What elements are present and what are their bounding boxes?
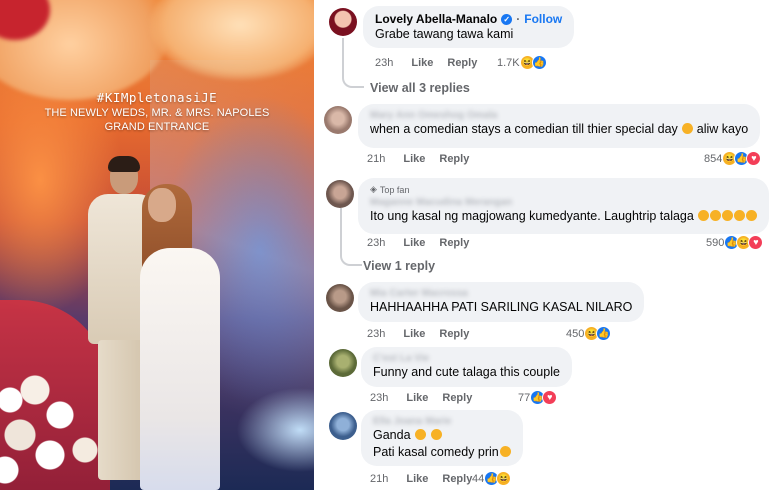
laughing-emoji-icon <box>415 429 427 440</box>
laughing-emoji-icon <box>734 210 746 221</box>
comment-bubble: C'est La Vie Funny and cute talaga this … <box>361 347 572 387</box>
comment-meta: 23h Like Reply <box>375 57 477 69</box>
love-reaction-icon: ♥ <box>746 151 762 166</box>
comment-bubble: ◈ Top fan Maganne Macudina Merangan Ito u… <box>358 178 770 234</box>
avatar[interactable] <box>326 180 354 208</box>
reaction-summary[interactable]: 77 👍 ♥ <box>518 390 558 405</box>
comment-bubble: Mia Carter Macrossa HAHHAAHHA PATI SARIL… <box>358 282 645 322</box>
comment-text-line2: Pati kasal comedy prin <box>373 445 499 459</box>
photo-caption-line1: THE NEWLY WEDS, MR. & MRS. NAPOLES <box>44 107 270 119</box>
avatar[interactable] <box>329 349 357 377</box>
laughing-emoji-icon <box>499 446 511 457</box>
like-reaction-icon: 👍 <box>531 55 547 70</box>
like-button[interactable]: Like <box>406 392 428 404</box>
reply-button[interactable]: Reply <box>439 153 469 165</box>
like-button[interactable]: Like <box>406 473 428 485</box>
photo-hashtag: #KIMpletonasiJE <box>96 90 218 105</box>
commenter-name[interactable]: Ella Joana Marie <box>373 416 511 427</box>
reaction-summary[interactable]: 590 👍 😆 ♥ <box>706 235 764 250</box>
love-reaction-icon: ♥ <box>748 235 764 250</box>
comment-bubble: Mary Ann Omeshog Omala when a comedian s… <box>358 104 761 148</box>
flower-arrangement <box>0 360 110 490</box>
like-button[interactable]: Like <box>403 153 425 165</box>
reaction-summary[interactable]: 44 👍 😆 <box>472 471 512 486</box>
comment-meta: 21h Like Reply <box>370 473 472 485</box>
reaction-count: 77 <box>518 391 531 404</box>
avatar[interactable] <box>326 284 354 312</box>
top-fan-icon: ◈ <box>370 184 377 194</box>
comment-time[interactable]: 23h <box>367 237 385 249</box>
comment-text: Grabe tawang tawa kami <box>375 27 514 41</box>
commenter-name[interactable]: Maganne Macudina Merangan <box>370 197 757 208</box>
top-fan-badge: Top fan <box>379 184 410 195</box>
reply-button[interactable]: Reply <box>439 328 469 340</box>
view-replies-link[interactable]: View 1 reply <box>363 259 435 273</box>
dot-separator: · <box>516 12 521 26</box>
comment-meta: 23h Like Reply <box>367 237 469 249</box>
wedding-photo: #KIMpletonasiJE THE NEWLY WEDS, MR. & MR… <box>0 0 314 490</box>
reaction-count: 450 <box>566 327 585 340</box>
reaction-count: 1.7K <box>497 56 520 69</box>
avatar[interactable] <box>324 106 352 134</box>
love-reaction-icon: ♥ <box>542 390 558 405</box>
reply-button[interactable]: Reply <box>439 237 469 249</box>
comment-text: when a comedian stays a comedian till th… <box>370 122 678 136</box>
laughing-emoji-icon <box>746 210 758 221</box>
comment-bubble: Ella Joana Marie Ganda Pati kasal comedy… <box>361 410 523 466</box>
like-button[interactable]: Like <box>403 237 425 249</box>
reply-button[interactable]: Reply <box>442 392 472 404</box>
comment-text: Ganda <box>373 428 411 442</box>
like-reaction-icon: 👍 <box>596 326 612 341</box>
haha-reaction-icon: 😆 <box>496 471 512 486</box>
thread-line <box>342 38 364 88</box>
comment-time[interactable]: 23h <box>367 328 385 340</box>
comment-text: Ito ung kasal ng magjowang kumedyante. L… <box>370 209 694 223</box>
comments-section: Lovely Abella-Manalo ✓ · Follow Grabe ta… <box>314 0 774 490</box>
like-button[interactable]: Like <box>411 57 433 69</box>
laughing-emoji-icon <box>682 123 694 134</box>
comment-time[interactable]: 21h <box>367 153 385 165</box>
comment-meta: 23h Like Reply <box>370 392 472 404</box>
photo-caption-line2: GRAND ENTRANCE <box>104 121 210 133</box>
view-replies-link[interactable]: View all 3 replies <box>370 81 470 95</box>
bride-figure <box>130 184 220 490</box>
laughing-emoji-icon <box>722 210 734 221</box>
comment-meta: 23h Like Reply <box>367 328 469 340</box>
commenter-name[interactable]: Mia Carter Macrossa <box>370 288 632 299</box>
comment-text: Funny and cute talaga this couple <box>373 365 560 379</box>
reply-button[interactable]: Reply <box>442 473 472 485</box>
commenter-name[interactable]: Mary Ann Omeshog Omala <box>370 110 748 121</box>
laughing-emoji-icon <box>430 429 442 440</box>
commenter-name[interactable]: Lovely Abella-Manalo <box>375 12 497 26</box>
comment-time[interactable]: 23h <box>370 392 388 404</box>
reaction-count: 590 <box>706 236 725 249</box>
commenter-name[interactable]: C'est La Vie <box>373 353 560 364</box>
laughing-emoji-icon <box>698 210 710 221</box>
laughing-emoji-icon <box>710 210 722 221</box>
like-button[interactable]: Like <box>403 328 425 340</box>
reaction-count: 854 <box>704 152 723 165</box>
reply-button[interactable]: Reply <box>447 57 477 69</box>
reaction-summary[interactable]: 1.7K 😆 👍 <box>497 55 547 70</box>
comment-text: HAHHAAHHA PATI SARILING KASAL NILARO <box>370 300 633 314</box>
comment-time[interactable]: 21h <box>370 473 388 485</box>
avatar[interactable] <box>329 8 357 36</box>
reaction-summary[interactable]: 854 😆 👍 ♥ <box>704 151 762 166</box>
comment-meta: 21h Like Reply <box>367 153 469 165</box>
comment-bubble: Lovely Abella-Manalo ✓ · Follow Grabe ta… <box>363 6 575 48</box>
comment-time[interactable]: 23h <box>375 57 393 69</box>
follow-button[interactable]: Follow <box>524 12 562 26</box>
reaction-summary[interactable]: 450 😆 👍 <box>566 326 612 341</box>
comment-text-suffix: aliw kayo <box>696 122 749 136</box>
verified-badge-icon: ✓ <box>501 13 513 25</box>
avatar[interactable] <box>329 412 357 440</box>
reaction-count: 44 <box>472 472 485 485</box>
